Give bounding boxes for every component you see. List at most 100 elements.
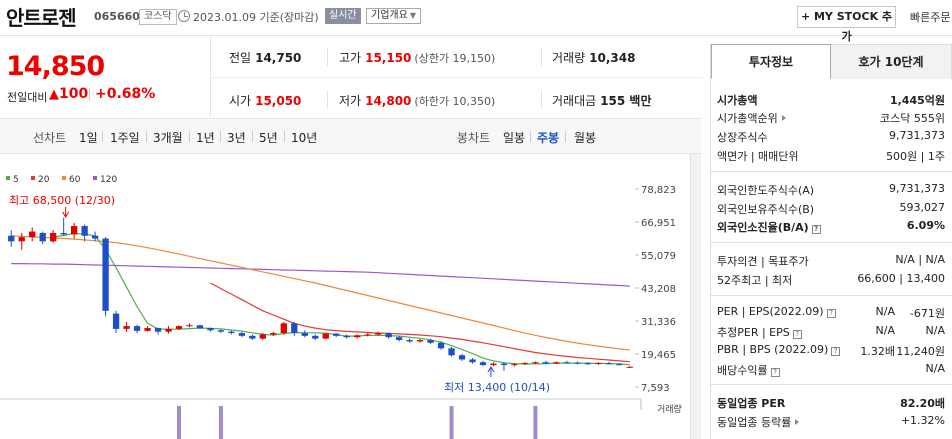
candle-body [333, 333, 340, 336]
candle-body [479, 362, 487, 366]
chart-svg: 5 20 60 120 78,823 66,951 55,079 43,208 31,336 19… [0, 175, 682, 439]
diff-value: ▲100 [49, 86, 88, 102]
add-mystock-button[interactable]: + MY STOCK 추가 [797, 6, 896, 43]
period-monthly[interactable]: 월봉 [574, 129, 596, 146]
candle-body [29, 231, 36, 238]
caret-right-icon [781, 115, 786, 121]
volume-bar [533, 406, 538, 439]
quote-table: 전일 14,750 고가 15,150 (상한가 19,150) 거래량 10,348 … [210, 37, 702, 117]
invest-info-sidebar: 투자정보 호가 10단계 시가총액 1,445억원 시가총액순위 코스닥 555… [710, 44, 952, 439]
period-10y[interactable]: 10년 [291, 129, 317, 146]
period-5y[interactable]: 5년 [259, 129, 278, 146]
divider [284, 131, 285, 142]
candle-body [70, 226, 78, 235]
divider [541, 90, 542, 108]
divider [89, 88, 90, 101]
market-cap-value: 1,445억원 [889, 94, 945, 107]
candle-body [343, 335, 350, 338]
candle-body [437, 342, 445, 349]
help-icon[interactable]: ? [831, 347, 841, 356]
market-cap-rank-value: 코스닥 555위 [880, 112, 945, 125]
period-bar: 선차트 1일 1주일 3개월 1년 3년 5년 10년 봉차트 일봉 주봉 월봉 [0, 118, 701, 154]
candle-body [458, 355, 466, 360]
prev-close-value: 14,750 [255, 51, 302, 65]
market-cap-rank-row[interactable]: 시가총액순위 코스닥 555위 [717, 110, 947, 128]
realtime-button[interactable]: 실시간 [325, 8, 361, 24]
w52-row: 52주최고 | 최저 66,600 | 13,400 [717, 272, 947, 290]
ma5-line [53, 232, 630, 366]
volume-bar [449, 406, 454, 439]
candle-body [8, 235, 15, 242]
candle-body [364, 334, 371, 336]
divider [327, 48, 328, 66]
foreign-hold-value: 593,027 [899, 201, 946, 214]
divider [565, 131, 566, 142]
sector-per-label: 동일업종 PER [717, 397, 786, 410]
stock-header: 안트로젠 065660 코스닥 2023.01.09 기준(장마감) 실시간 기… [0, 0, 952, 43]
candle-body [375, 333, 382, 335]
market-cap-label: 시가총액 [717, 94, 758, 107]
tab-orderbook[interactable]: 호가 10단계 [831, 44, 952, 79]
help-icon[interactable]: ? [770, 368, 780, 377]
period-weekly[interactable]: 주봉 [537, 129, 559, 146]
open-label: 시가 [229, 94, 252, 108]
divider [189, 131, 190, 142]
candle-body [584, 363, 591, 365]
period-daily[interactable]: 일봉 [503, 129, 525, 146]
candle-body [385, 333, 392, 338]
legend-label: 120 [100, 175, 117, 185]
legend-swatch [6, 176, 10, 180]
clock-icon [178, 10, 190, 22]
candle-body [280, 323, 287, 334]
w52-label: 52주최고 | 최저 [717, 274, 793, 287]
help-icon[interactable]: ? [792, 330, 802, 339]
price-chart[interactable]: 5 20 60 120 78,823 66,951 55,079 43,208 31,336 19… [0, 170, 690, 439]
candle-body [427, 340, 434, 343]
market-cap-rank-label: 시가총액순위 [717, 110, 786, 126]
help-icon[interactable]: ? [811, 225, 821, 234]
candle-body [553, 362, 560, 364]
candle-body [416, 340, 424, 342]
pbr-label: PBR | BPS (2022.09)? [717, 343, 841, 356]
chart-scrollbar[interactable] [690, 154, 701, 439]
candle-body [217, 330, 225, 332]
candle-body [81, 226, 88, 236]
upper-limit: (상한가 19,150) [414, 52, 496, 65]
opinion-label: 투자의견 | 목표주가 [717, 255, 809, 268]
diff-rate: +0.68% [95, 86, 156, 102]
candle-body [102, 238, 109, 311]
stock-code: 065660 [94, 10, 140, 23]
y-tick-label: 31,336 [641, 317, 676, 328]
candle-body [511, 364, 518, 366]
foreign-ratio-value: 6.09% [906, 219, 945, 232]
quick-order-link[interactable]: 빠른주문 [910, 9, 950, 25]
period-3m[interactable]: 3개월 [153, 129, 183, 146]
period-1w[interactable]: 1주일 [110, 129, 140, 146]
sector-rate-row[interactable]: 동일업종 등락률 +1.32% [717, 414, 947, 432]
stock-name: 안트로젠 [6, 6, 77, 30]
line-chart-label: 선차트 [33, 131, 67, 145]
period-3y[interactable]: 3년 [227, 129, 246, 146]
low-label: 저가 [339, 94, 362, 108]
candle-body [270, 333, 277, 335]
divider [530, 131, 531, 142]
help-icon[interactable]: ? [826, 309, 836, 318]
w52-value: 66,600 | 13,400 [857, 272, 945, 285]
candle-body [616, 364, 623, 366]
period-1d[interactable]: 1일 [79, 129, 98, 146]
sector-rate-label: 동일업종 등락률 [717, 414, 800, 430]
row-divider [211, 77, 702, 78]
candle-body [291, 323, 298, 334]
foreign-limit-label: 외국인한도주식수(A) [717, 184, 815, 197]
period-1y[interactable]: 1년 [196, 129, 215, 146]
sidebar-tabs: 투자정보 호가 10단계 [711, 44, 952, 79]
dividend-row: 배당수익률? N/A [717, 362, 947, 380]
foreign-limit-row: 외국인한도주식수(A) 9,731,373 [717, 182, 947, 200]
tab-invest-info[interactable]: 투자정보 [711, 44, 831, 79]
candle-body [238, 333, 246, 336]
candle-chart-label: 봉차트 [457, 131, 491, 145]
market-cap-row: 시가총액 1,445억원 [717, 92, 947, 110]
candle-body [406, 340, 413, 342]
company-info-dropdown[interactable]: 기업개요 ▼ [366, 8, 421, 24]
candle-body [133, 326, 141, 331]
